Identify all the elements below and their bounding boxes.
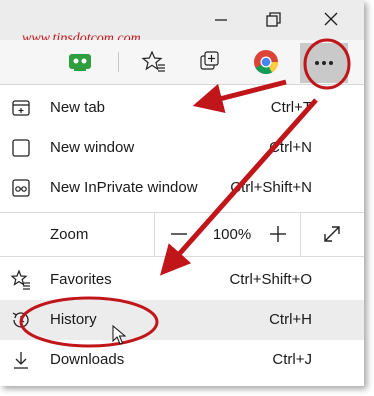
- menu-item-shortcut: Ctrl+Shift+N: [230, 179, 312, 196]
- menu-item-shortcut: Ctrl+H: [269, 311, 312, 328]
- chrome-icon: [254, 50, 278, 75]
- collections-icon: [200, 51, 219, 70]
- browser-window: www.tipsdotcom.com New tab Ctrl+T New wi…: [0, 0, 364, 386]
- close-icon: [324, 12, 338, 26]
- more-icon: [315, 61, 333, 65]
- zoom-value: 100%: [212, 226, 252, 243]
- menu-item-label: New window: [50, 139, 135, 156]
- chrome-extension-button[interactable]: [252, 48, 280, 76]
- favorites-button[interactable]: [140, 48, 168, 76]
- menu-item-history[interactable]: History Ctrl+H: [0, 300, 364, 340]
- menu-item-new-window[interactable]: New window Ctrl+N: [0, 128, 364, 168]
- history-icon: [12, 312, 29, 328]
- plus-icon: [270, 226, 286, 242]
- zoom-control: 100%: [154, 212, 364, 256]
- zoom-out-button[interactable]: [168, 223, 190, 245]
- menu-item-label: New tab: [50, 99, 106, 116]
- favorites-icon: [10, 269, 30, 290]
- downloads-icon: [14, 352, 28, 369]
- zoom-in-button[interactable]: [267, 223, 289, 245]
- zoom-separator: [300, 212, 301, 256]
- menu-item-new-inprivate-window[interactable]: New InPrivate window Ctrl+Shift+N: [0, 168, 364, 208]
- browser-toolbar: [0, 40, 364, 85]
- restore-button[interactable]: [258, 6, 288, 34]
- menu-item-shortcut: Ctrl+N: [269, 139, 312, 156]
- menu-item-shortcut: Ctrl+J: [272, 351, 312, 368]
- menu-divider: [0, 256, 364, 257]
- app-button[interactable]: [66, 48, 94, 76]
- menu-item-shortcut: Ctrl+Shift+O: [229, 271, 312, 288]
- toolbar-separator: [118, 52, 119, 72]
- zoom-label: Zoom: [50, 226, 89, 243]
- menu-item-label: Favorites: [50, 271, 112, 288]
- app-icon: [69, 54, 91, 71]
- menu-item-favorites[interactable]: Favorites Ctrl+Shift+O: [0, 260, 364, 300]
- collections-button[interactable]: [196, 48, 224, 76]
- fullscreen-button[interactable]: [321, 223, 343, 245]
- new-tab-icon: [12, 100, 30, 116]
- settings-menu: New tab Ctrl+T New window Ctrl+N New InP…: [0, 88, 364, 386]
- menu-item-label: Downloads: [50, 351, 125, 368]
- favorites-star-icon: [141, 50, 165, 72]
- fullscreen-icon: [324, 226, 340, 242]
- menu-item-new-tab[interactable]: New tab Ctrl+T: [0, 88, 364, 128]
- minimize-icon: [215, 19, 227, 21]
- menu-item-downloads[interactable]: Downloads Ctrl+J: [0, 340, 364, 380]
- menu-item-shortcut: Ctrl+T: [270, 99, 312, 116]
- minimize-button[interactable]: [206, 6, 236, 34]
- minus-icon: [171, 233, 187, 235]
- inprivate-icon: [12, 179, 30, 197]
- menu-item-label: History: [50, 311, 97, 328]
- restore-icon: [266, 12, 281, 27]
- new-window-icon: [12, 139, 30, 157]
- close-button[interactable]: [316, 6, 346, 34]
- menu-item-label: New InPrivate window: [50, 179, 198, 196]
- settings-and-more-button[interactable]: [300, 43, 348, 83]
